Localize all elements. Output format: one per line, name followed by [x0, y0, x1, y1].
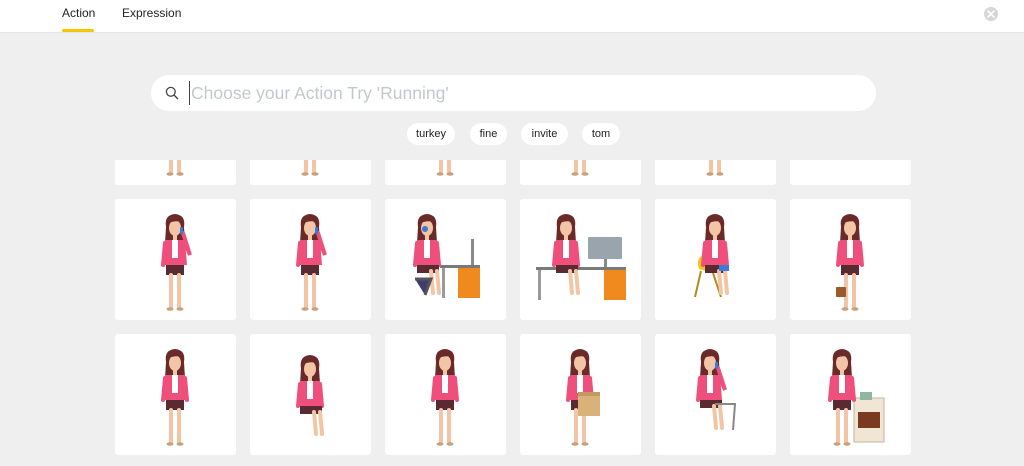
character-illustration-standing-gesturing [431, 349, 459, 446]
search-input[interactable] [189, 81, 859, 105]
action-card-standing[interactable] [520, 160, 641, 185]
search-icon [165, 86, 179, 100]
action-card-standing-gesturing[interactable] [385, 334, 506, 455]
action-card-cooking-stove[interactable] [790, 334, 911, 455]
suggestion-chip-tom[interactable]: tom [582, 123, 620, 145]
tab-expression-label: Expression [122, 6, 182, 20]
character-illustration-sitting-chair [694, 214, 729, 298]
action-card-carrying-box[interactable] [520, 334, 641, 455]
action-card-desk-chair[interactable] [790, 160, 911, 185]
action-card-standing-arms-crossed[interactable] [115, 334, 236, 455]
tab-expression[interactable]: Expression [122, 6, 181, 32]
character-illustration-standing-bag [836, 214, 864, 311]
action-card-phone-standing[interactable] [115, 199, 236, 320]
character-illustration-standing-arms-crossed [161, 349, 189, 446]
character-illustration-desk-headset [413, 214, 480, 298]
action-card-sitting-chair[interactable] [655, 199, 776, 320]
action-results-grid [0, 160, 1024, 466]
action-card-sitting-thinking[interactable] [250, 334, 371, 455]
close-button[interactable] [984, 7, 998, 21]
character-illustration-desk-chair [790, 160, 911, 185]
action-card-desk-computer[interactable] [520, 199, 641, 320]
action-card-standing[interactable] [385, 160, 506, 185]
action-card-desk-headset[interactable] [385, 199, 506, 320]
character-illustration-phone-standing [161, 214, 192, 311]
tab-action[interactable]: Action [62, 6, 96, 32]
character-illustration-standing [571, 160, 589, 176]
suggestion-chip-fine[interactable]: fine [470, 123, 507, 145]
character-illustration-sitting-phone [696, 349, 737, 431]
character-illustration-carrying-box [566, 349, 600, 446]
action-card-standing[interactable] [655, 160, 776, 185]
action-card-standing-bag[interactable] [790, 199, 911, 320]
close-icon [987, 10, 995, 18]
action-card-standing[interactable] [250, 160, 371, 185]
character-illustration-sitting-thinking [296, 355, 324, 436]
search-bar [151, 75, 876, 111]
character-illustration-standing [436, 160, 454, 176]
character-illustration-desk-computer [536, 214, 626, 300]
action-card-phone-standing[interactable] [250, 199, 371, 320]
character-illustration-standing [706, 160, 724, 176]
action-card-standing[interactable] [115, 160, 236, 185]
action-card-sitting-phone[interactable] [655, 334, 776, 455]
active-tab-indicator [62, 29, 94, 32]
tab-action-label: Action [62, 6, 96, 20]
suggestion-chip-turkey[interactable]: turkey [407, 123, 455, 145]
character-illustration-cooking-stove [828, 349, 885, 446]
character-illustration-standing [166, 160, 184, 176]
character-illustration-standing [301, 160, 319, 176]
top-tab-bar: Action Expression [0, 0, 1024, 33]
character-illustration-phone-standing [296, 214, 327, 311]
suggestion-chip-invite[interactable]: invite [521, 123, 568, 145]
